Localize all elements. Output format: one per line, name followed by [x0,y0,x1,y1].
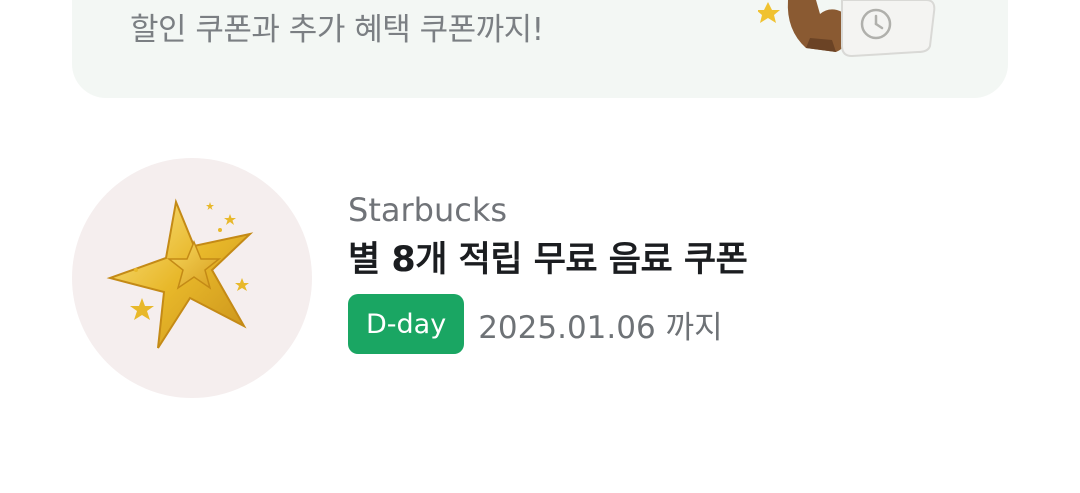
coupon-list-item[interactable]: Starbucks 별 8개 적립 무료 음료 쿠폰 D-day 2025.01… [72,158,1008,398]
promo-text: 할인 쿠폰과 추가 혜택 쿠폰까지! [130,12,544,48]
gold-star-icon [106,198,254,349]
promo-banner[interactable]: 할인 쿠폰과 추가 혜택 쿠폰까지! [72,0,1008,98]
coupon-list-page: 할인 쿠폰과 추가 혜택 쿠폰까지! Starbucks 별 8개 적립 무료 … [0,0,1080,493]
coupon-thumbnail [72,158,312,398]
dday-badge: D-day [348,294,465,354]
coupon-info: Starbucks 별 8개 적립 무료 음료 쿠폰 D-day 2025.01… [348,190,748,354]
coupon-meta: D-day 2025.01.06 까지 [348,294,747,354]
coupon-brand: Starbucks [348,191,508,229]
coupon-clock-illustration [758,0,936,58]
expiry-date: 2025.01.06 까지 [478,309,723,346]
coupon-title: 별 8개 적립 무료 음료 쿠폰 [348,240,748,280]
